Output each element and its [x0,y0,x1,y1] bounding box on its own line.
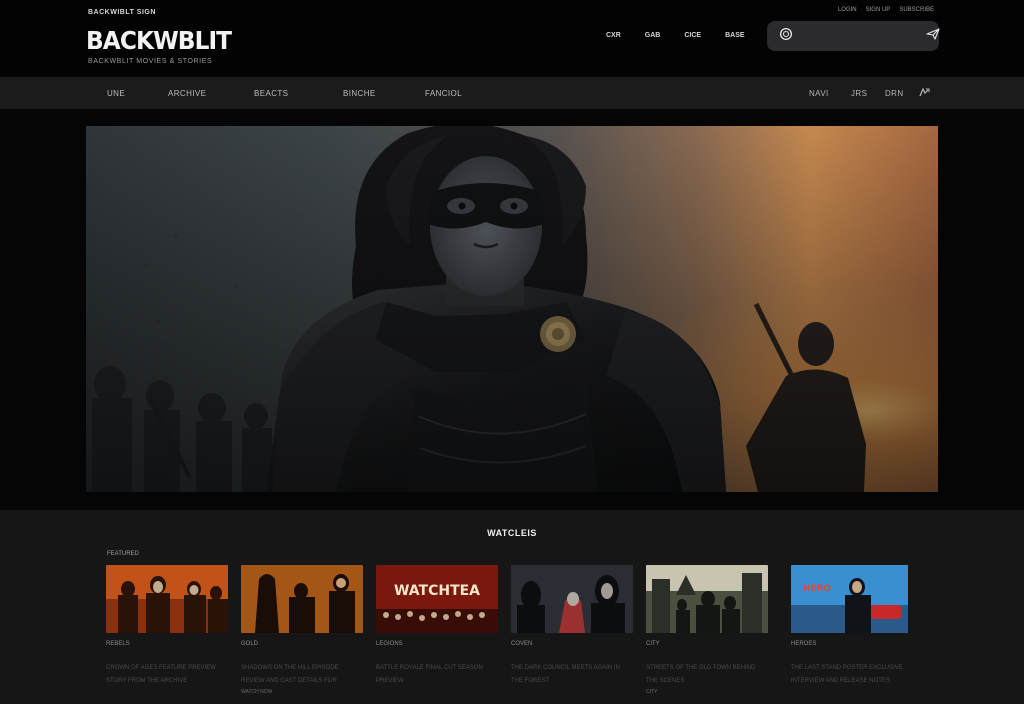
main-nav: CXR GAB CICE BASE [606,32,745,39]
top-utility-links: LOGIN SIGN UP SUBSCRIBE [838,7,934,13]
account-item-3[interactable]: DRN [885,89,904,98]
movie-more-link[interactable]: CITY [646,689,768,695]
site-logo[interactable]: BACKWBLIT [86,26,232,55]
poster-title: WATCHTEA [394,583,480,599]
movie-title[interactable]: GOLD [241,641,363,650]
movie-thumbnail[interactable] [106,565,228,633]
send-icon[interactable] [926,27,940,45]
movie-thumbnail[interactable] [646,565,768,633]
movie-more-link[interactable]: WATCH NOW [241,689,363,695]
movie-card[interactable]: GOLD SHADOWS ON THE HILL EPISODE REVIEW … [241,565,363,695]
eyebrow-text: BACKWIBLT SIGN [88,9,156,16]
movie-card[interactable]: WATCHTEA LEGIONS BATTLE ROYALE FINAL CUT… [376,565,498,689]
site-tagline: BACKWBLIT MOVIES & STORIES [88,58,213,65]
search-input[interactable] [799,30,920,42]
category-item-3[interactable]: BEACTS [254,89,288,98]
search-icon[interactable] [779,27,793,46]
top-link-signup[interactable]: SIGN UP [866,7,891,13]
category-item-5[interactable]: FANCIOL [425,89,462,98]
movie-title[interactable]: HEROES [791,641,913,650]
movie-description: THE LAST STAND POSTER EXCLUSIVE INTERVIE… [791,665,903,684]
search-bar[interactable] [767,21,940,51]
nav-item-3[interactable]: CICE [684,32,701,39]
nav-item-2[interactable]: GAB [645,32,661,39]
movie-title[interactable]: LEGIONS [376,641,498,650]
movie-thumbnail[interactable] [241,565,363,633]
category-item-4[interactable]: BINCHE [343,89,376,98]
category-item-1[interactable]: UNE [107,89,125,98]
section-title: WATCLEIS [487,528,537,538]
movie-thumbnail[interactable] [511,565,633,633]
movie-card[interactable]: REBELS CROWN OF AGES FEATURE PREVIEW STO… [106,565,228,689]
nav-item-1[interactable]: CXR [606,32,621,39]
category-item-2[interactable]: ARCHIVE [168,89,206,98]
share-icon[interactable] [918,87,930,100]
poster-title: HERO [803,584,832,594]
nav-item-4[interactable]: BASE [725,32,744,39]
movie-card[interactable]: HERO HEROES THE LAST STAND POSTER EXCLUS… [791,565,913,689]
top-link-login[interactable]: LOGIN [838,7,857,13]
movie-title[interactable]: CITY [646,641,768,650]
site-header: BACKWIBLT SIGN BACKWBLIT BACKWBLIT MOVIE… [0,0,1024,76]
movie-description: CROWN OF AGES FEATURE PREVIEW STORY FROM… [106,665,216,684]
movie-description: STREETS OF THE OLD TOWN BEHIND THE SCENE… [646,665,756,684]
movie-thumbnail[interactable]: HERO [791,565,913,633]
movie-title[interactable]: COVEN [511,641,633,650]
hero-image [86,126,938,492]
movie-description: THE DARK COUNCIL MEETS AGAIN IN THE FORE… [511,665,620,684]
movie-thumbnail[interactable]: WATCHTEA [376,565,498,633]
movie-description: BATTLE ROYALE FINAL CUT SEASON PREVIEW [376,665,483,684]
account-item-1[interactable]: NAVI [809,89,829,98]
movie-title[interactable]: REBELS [106,641,228,650]
account-item-2[interactable]: JRS [851,89,867,98]
hero-banner[interactable] [86,126,938,492]
category-nav: UNE ARCHIVE BEACTS BINCHE FANCIOL NAVI J… [0,77,1024,109]
section-label: FEATURED [107,551,139,557]
movie-description: SHADOWS ON THE HILL EPISODE REVIEW AND C… [241,665,339,684]
top-link-subscribe[interactable]: SUBSCRIBE [899,7,934,13]
movie-card[interactable]: COVEN THE DARK COUNCIL MEETS AGAIN IN TH… [511,565,633,689]
movie-card[interactable]: CITY STREETS OF THE OLD TOWN BEHIND THE … [646,565,768,695]
